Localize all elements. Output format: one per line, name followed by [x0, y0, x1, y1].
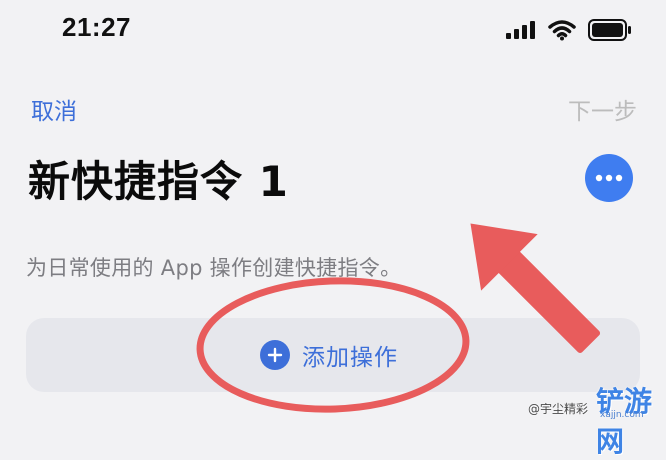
next-step-button[interactable]: 下一步 [568, 92, 637, 126]
add-action-content: 添加操作 [260, 338, 398, 372]
more-options-button[interactable] [585, 154, 633, 202]
cancel-button[interactable]: 取消 [31, 92, 77, 126]
watermark-url: xajjn.com [600, 410, 644, 420]
status-icons [506, 17, 632, 43]
cellular-signal-icon [506, 21, 535, 39]
shortcut-title[interactable]: 新快捷指令 1 [28, 148, 289, 209]
ellipsis-icon [595, 174, 623, 182]
add-action-label: 添加操作 [302, 345, 398, 371]
status-time: 21:27 [62, 12, 131, 42]
plus-icon [260, 340, 290, 370]
navigation-bar: 取消 下一步 [0, 80, 666, 130]
wifi-icon [548, 20, 576, 41]
battery-icon [588, 19, 631, 41]
add-action-button[interactable]: 添加操作 [26, 318, 640, 392]
shortcut-description: 为日常使用的 App 操作创建快捷指令。 [26, 256, 402, 280]
status-bar: 21:27 [0, 0, 666, 60]
watermark-credit: @宇尘精彩 [528, 402, 589, 416]
watermark-logo: 铲游网 [596, 385, 653, 458]
